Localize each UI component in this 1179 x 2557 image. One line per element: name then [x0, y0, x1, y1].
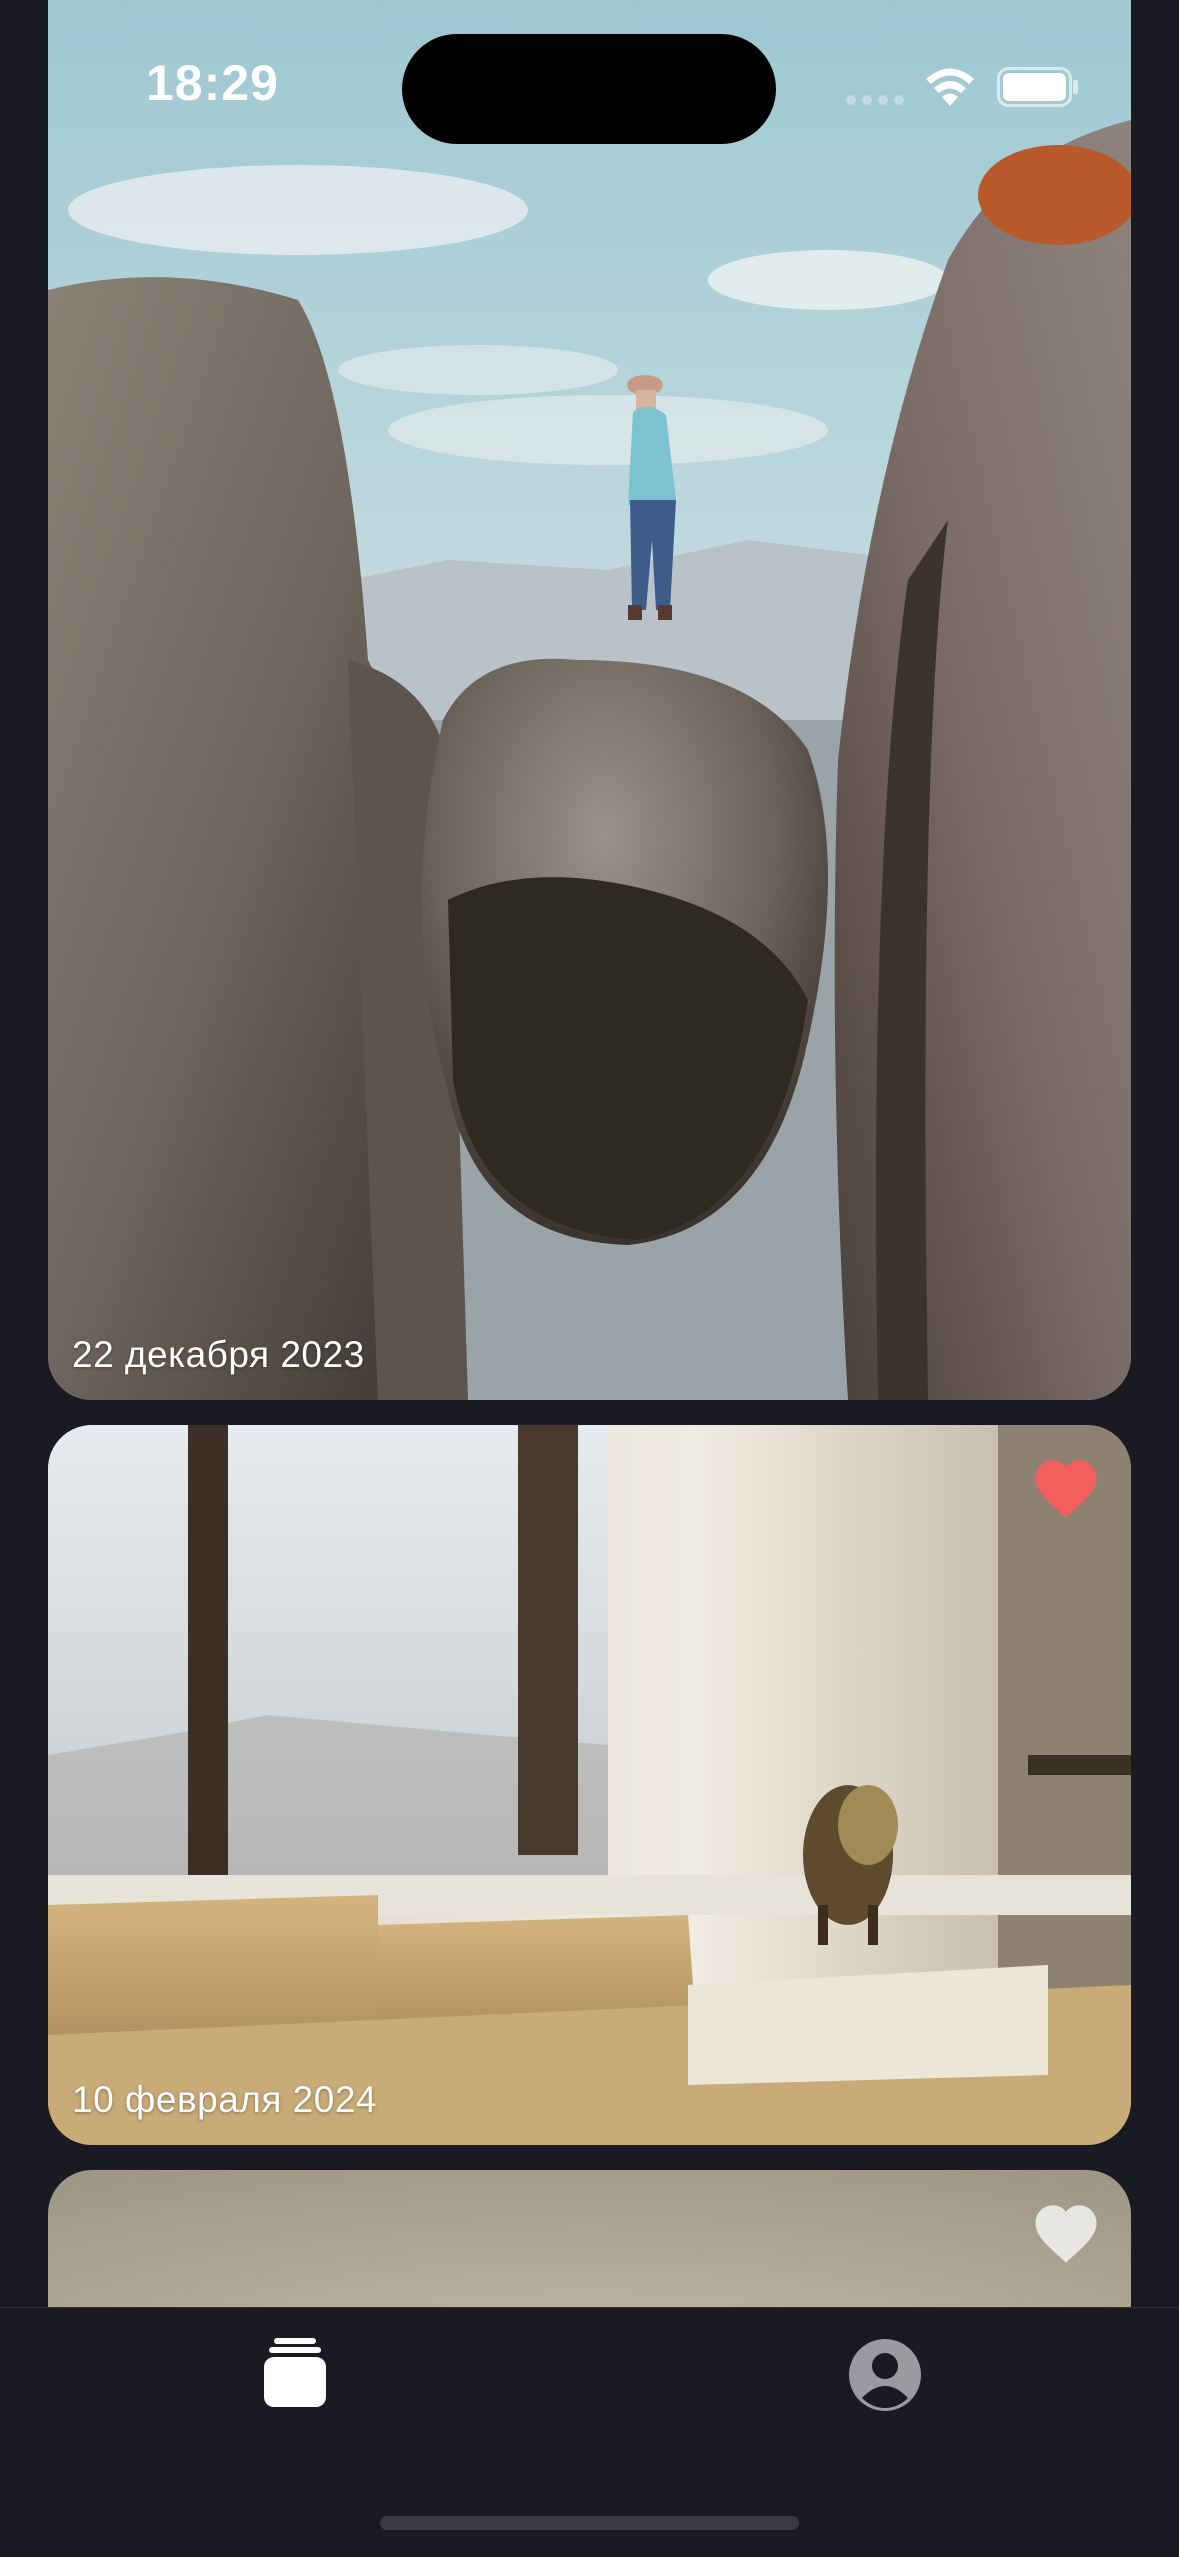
heart-filled-icon: [1035, 1460, 1097, 1518]
photo-date: 22 декабря 2023: [72, 1334, 365, 1375]
status-time: 18:29: [146, 55, 279, 111]
photo-stack-icon: [264, 2338, 326, 2407]
feed-card[interactable]: [48, 2170, 1131, 2307]
profile-icon: [849, 2339, 921, 2411]
feed-card[interactable]: 22 декабря 2023: [48, 0, 1131, 1400]
feed-image: [48, 0, 1131, 1400]
tab-feed[interactable]: [215, 2308, 375, 2428]
feed-image: [48, 2170, 1131, 2307]
wifi-icon: [926, 68, 974, 106]
image-feed[interactable]: 22 декабря 2023 10 февраля 2024: [0, 0, 1179, 2307]
like-button[interactable]: [1031, 1455, 1101, 1519]
photo-date: 10 февраля 2024: [72, 2079, 377, 2120]
status-bar: 18:29: [0, 0, 1179, 160]
feed-image: [48, 1425, 1131, 2145]
like-button[interactable]: [1031, 2200, 1101, 2264]
dynamic-island: [402, 34, 776, 144]
battery-icon: [997, 67, 1078, 107]
home-indicator: [380, 2516, 799, 2530]
cellular-signal-icon: [846, 95, 904, 105]
feed-card[interactable]: 10 февраля 2024: [48, 1425, 1131, 2145]
heart-outline-icon: [1035, 2205, 1097, 2263]
tab-profile[interactable]: [805, 2308, 965, 2428]
